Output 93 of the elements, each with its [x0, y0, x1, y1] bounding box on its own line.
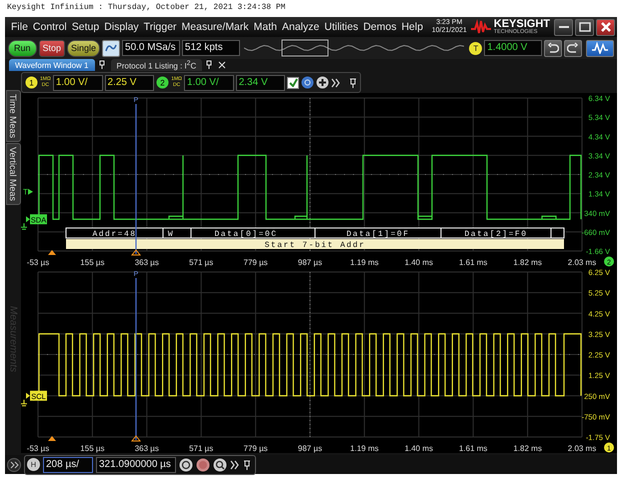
- undo-button[interactable]: [544, 40, 562, 56]
- menu-item[interactable]: Setup: [72, 21, 100, 33]
- vertical-scale-field[interactable]: 1.00 V/: [52, 74, 103, 90]
- chevron-icon[interactable]: [331, 78, 342, 88]
- decode-packet: Addr=48: [92, 230, 137, 239]
- reset-icon[interactable]: [179, 458, 193, 472]
- chevron-icon[interactable]: [230, 460, 240, 470]
- decode-packet: W: [168, 230, 174, 239]
- x-axis-label: 1.82 ms: [513, 444, 542, 453]
- trigger-badge[interactable]: T: [469, 42, 482, 54]
- menu-item[interactable]: Trigger: [144, 21, 177, 33]
- x-axis-label: 1.82 ms: [513, 258, 542, 267]
- decode-packet: Data[0]=0C: [214, 230, 278, 239]
- menu-item[interactable]: File: [11, 21, 28, 33]
- close-button[interactable]: [596, 18, 615, 36]
- vertical-offset-field[interactable]: 2.34 V: [236, 74, 286, 90]
- zoom-icon[interactable]: [213, 458, 227, 472]
- display-mode-button[interactable]: [586, 40, 614, 56]
- x-axis-label: 987 µs: [298, 258, 322, 267]
- horizontal-scale-field[interactable]: 208 µs/: [43, 456, 93, 472]
- stop-button[interactable]: Stop: [38, 40, 66, 56]
- x-axis-label: 571 µs: [189, 444, 214, 453]
- redo-button[interactable]: [564, 40, 582, 56]
- x-axis-label: 1.61 ms: [458, 258, 488, 267]
- x-axis-label: -53 µs: [26, 258, 50, 267]
- menu-item[interactable]: Control: [32, 21, 67, 33]
- waveform-icon: [591, 42, 610, 54]
- menu-item[interactable]: Measure/Mark: [182, 21, 249, 33]
- add-icon[interactable]: [316, 76, 330, 89]
- undo-icon: [547, 42, 560, 54]
- memory-depth-field[interactable]: 512 kpts: [182, 40, 240, 56]
- cursor-position-icon: [130, 249, 142, 256]
- chevron-icon: [10, 460, 18, 468]
- expand-button[interactable]: [7, 458, 21, 472]
- close-tab-icon[interactable]: [218, 61, 226, 69]
- menu-item[interactable]: Demos: [363, 21, 396, 33]
- maximize-icon: [578, 22, 590, 32]
- pin-icon[interactable]: [243, 460, 251, 470]
- run-button[interactable]: Run: [8, 40, 37, 56]
- auto-scale-button[interactable]: [102, 40, 120, 56]
- side-tab[interactable]: Time Meas: [6, 90, 20, 142]
- decode-status-bar: Start 7-bit Addr: [66, 239, 564, 250]
- caption-text: Keysight Infiniium : Thursday, October 21, 2021 3:24:38 PM: [6, 2, 286, 14]
- vertical-scale-field[interactable]: 1.00 V/: [184, 74, 234, 90]
- single-button[interactable]: Single: [67, 40, 100, 56]
- minimize-icon: [558, 26, 568, 28]
- ground-icon: [21, 399, 28, 406]
- tab[interactable]: Protocol 1 Listing : I$^{2}$C: [110, 59, 202, 71]
- x-axis-label: 363 µs: [134, 444, 159, 453]
- x-axis-label: 1.19 ms: [350, 444, 379, 453]
- maximize-button[interactable]: [575, 18, 594, 36]
- close-icon: [600, 21, 612, 33]
- x-axis-label: 2.03 ms: [568, 444, 596, 453]
- menu-item[interactable]: Display: [104, 21, 139, 33]
- x-axis-label: 2.03 ms: [568, 258, 596, 267]
- horizontal-position-field[interactable]: 321.0900000 µs: [96, 456, 176, 472]
- decode-packet: Data[2]=F0: [464, 230, 528, 239]
- x-axis-label: 155 µs: [80, 258, 104, 267]
- logo-wave-icon: [470, 19, 492, 35]
- x-axis-label: 779 µs: [244, 444, 268, 453]
- pin-icon[interactable]: [205, 60, 214, 69]
- redo-icon: [567, 42, 580, 54]
- record-icon[interactable]: [196, 458, 210, 472]
- brand-name: KEYSIGHT: [494, 20, 550, 28]
- menu-item[interactable]: Analyze: [282, 21, 320, 33]
- channel-badge[interactable]: 2: [156, 76, 170, 89]
- pin-icon[interactable]: [98, 60, 106, 69]
- x-axis-label: 1.61 ms: [458, 444, 488, 453]
- x-axis-label: 363 µs: [134, 258, 159, 267]
- tab[interactable]: Waveform Window 1: [9, 59, 94, 71]
- menu-item[interactable]: Help: [401, 21, 424, 33]
- sample-rate-field[interactable]: 50.0 MSa/s: [122, 40, 180, 56]
- waveform-icon: [105, 43, 118, 53]
- pin-icon[interactable]: [349, 78, 357, 88]
- x-axis-label: 987 µs: [298, 444, 322, 453]
- x-axis-label: 779 µs: [244, 258, 268, 267]
- channel-badge[interactable]: 1: [25, 76, 38, 89]
- menu-item[interactable]: Utilities: [324, 21, 358, 33]
- trigger-level-field[interactable]: 1.4000 V: [484, 40, 542, 56]
- vertical-offset-field[interactable]: 2.25 V: [104, 74, 154, 90]
- decode-packet: Data[1]=0F: [346, 230, 410, 239]
- side-tab[interactable]: Vertical Meas: [6, 143, 20, 206]
- x-axis-label: 571 µs: [189, 258, 214, 267]
- checkbox[interactable]: [287, 76, 300, 88]
- x-axis-label: 1.40 ms: [404, 258, 434, 267]
- x-axis-label: 1.19 ms: [350, 258, 379, 267]
- x-axis-label: 155 µs: [80, 444, 104, 453]
- ground-icon: [21, 222, 28, 230]
- menu-item[interactable]: Math: [254, 21, 277, 33]
- minimize-button[interactable]: [554, 18, 573, 36]
- x-axis-label: 1.40 ms: [404, 444, 434, 453]
- cursor-position-icon: [130, 435, 142, 442]
- x-axis-label: -53 µs: [26, 444, 50, 453]
